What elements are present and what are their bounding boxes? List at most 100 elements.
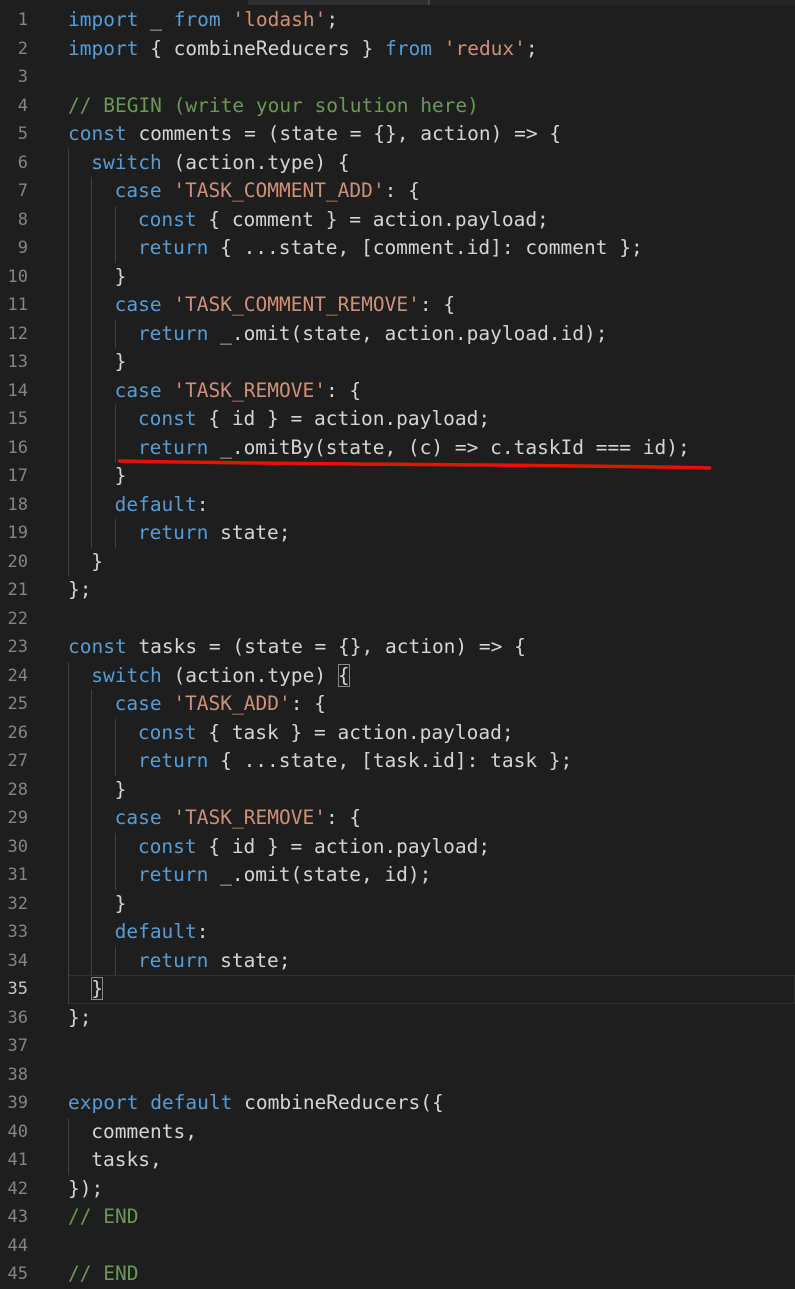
code-area[interactable]: };	[68, 1004, 795, 1033]
code-editor[interactable]: 1 import _ from 'lodash'; 2 import { combin…	[0, 0, 795, 1285]
code-area[interactable]: return state;	[68, 519, 795, 548]
code-line[interactable]: 45 // END	[0, 1260, 795, 1289]
code-line[interactable]: 35}	[0, 975, 795, 1004]
code-area[interactable]: };	[68, 576, 795, 605]
code-line[interactable]: 13}	[0, 348, 795, 377]
code-area[interactable]: });	[68, 1175, 795, 1204]
code-line[interactable]: 36};	[0, 1004, 795, 1033]
code-area[interactable]	[68, 605, 795, 634]
code-line[interactable]: 37	[0, 1032, 795, 1061]
code-area[interactable]: // END	[68, 1203, 795, 1232]
code-token: { ...state, [comment.id]: comment };	[208, 236, 643, 259]
code-area[interactable]: switch (action.type) {	[68, 148, 795, 177]
code-line[interactable]: 43 // END	[0, 1203, 795, 1232]
code-text: }	[115, 462, 127, 491]
code-line[interactable]: 39 export default combineReducers({	[0, 1089, 795, 1118]
code-line[interactable]: 15 const { id } = action.payload;	[0, 405, 795, 434]
code-line[interactable]: 34 return state;	[0, 946, 795, 975]
code-area[interactable]: // BEGIN (write your solution here)	[68, 92, 795, 121]
code-area[interactable]: }	[68, 348, 795, 377]
code-line[interactable]: 18 default:	[0, 490, 795, 519]
code-area[interactable]: return _.omit(state, action.payload.id);	[68, 319, 795, 348]
code-line[interactable]: 1 import _ from 'lodash';	[0, 6, 795, 35]
code-area[interactable]: default:	[68, 490, 795, 519]
code-line[interactable]: 29 case 'TASK_REMOVE': {	[0, 804, 795, 833]
code-area[interactable]: default:	[68, 918, 795, 947]
code-area[interactable]: case 'TASK_REMOVE': {	[68, 804, 795, 833]
code-area[interactable]: }	[68, 547, 795, 576]
code-area[interactable]: comments,	[68, 1117, 795, 1146]
code-area[interactable]: import { combineReducers } from 'redux';	[68, 35, 795, 64]
code-area[interactable]: return _.omit(state, id);	[68, 861, 795, 890]
code-line[interactable]: 40 comments,	[0, 1117, 795, 1146]
code-area[interactable]: case 'TASK_COMMENT_REMOVE': {	[68, 291, 795, 320]
code-line[interactable]: 41 tasks,	[0, 1146, 795, 1175]
code-area[interactable]: const comments = (state = {}, action) =>…	[68, 120, 795, 149]
code-line[interactable]: 20}	[0, 547, 795, 576]
code-line[interactable]: 44	[0, 1232, 795, 1261]
code-area[interactable]: export default combineReducers({	[68, 1089, 795, 1118]
code-line[interactable]: 27 return { ...state, [task.id]: task };	[0, 747, 795, 776]
code-line[interactable]: 24 switch (action.type) {	[0, 661, 795, 690]
code-line[interactable]: 21};	[0, 576, 795, 605]
code-line[interactable]: 22	[0, 605, 795, 634]
code-area[interactable]: return _.omitBy(state, (c) => c.taskId =…	[68, 433, 795, 462]
code-line[interactable]: 17}	[0, 462, 795, 491]
code-line[interactable]: 42});	[0, 1175, 795, 1204]
code-area[interactable]: }	[68, 775, 795, 804]
code-area[interactable]: tasks,	[68, 1146, 795, 1175]
code-area[interactable]: }	[68, 262, 795, 291]
code-area[interactable]: const { comment } = action.payload;	[68, 205, 795, 234]
line-number: 34	[7, 950, 28, 971]
code-line[interactable]: 16 return _.omitBy(state, (c) => c.taskId…	[0, 433, 795, 462]
code-area[interactable]	[68, 1061, 795, 1090]
code-line[interactable]: 38	[0, 1061, 795, 1090]
code-area[interactable]	[68, 1232, 795, 1261]
code-line[interactable]: 33 default:	[0, 918, 795, 947]
code-line[interactable]: 7 case 'TASK_COMMENT_ADD': {	[0, 177, 795, 206]
code-area[interactable]: switch (action.type) {	[68, 661, 795, 690]
code-line[interactable]: 5 const comments = (state = {}, action) =…	[0, 120, 795, 149]
code-area[interactable]: const tasks = (state = {}, action) => {	[68, 633, 795, 662]
code-area[interactable]: const { id } = action.payload;	[68, 832, 795, 861]
code-area[interactable]: return { ...state, [comment.id]: comment…	[68, 234, 795, 263]
code-area[interactable]: }	[68, 889, 795, 918]
code-line[interactable]: 9 return { ...state, [comment.id]: commen…	[0, 234, 795, 263]
code-line[interactable]: 8 const { comment } = action.payload;	[0, 205, 795, 234]
line-number: 8	[17, 209, 28, 230]
code-line[interactable]: 31 return _.omit(state, id);	[0, 861, 795, 890]
code-line[interactable]: 14 case 'TASK_REMOVE': {	[0, 376, 795, 405]
code-line[interactable]: 4 // BEGIN (write your solution here)	[0, 92, 795, 121]
code-area[interactable]: case 'TASK_COMMENT_ADD': {	[68, 177, 795, 206]
code-token: }	[114, 264, 127, 288]
code-area[interactable]: case 'TASK_REMOVE': {	[68, 376, 795, 405]
code-line[interactable]: 26 const { task } = action.payload;	[0, 718, 795, 747]
code-area[interactable]: // END	[68, 1260, 795, 1289]
code-area[interactable]: case 'TASK_ADD': {	[68, 690, 795, 719]
code-area[interactable]: return { ...state, [task.id]: task };	[68, 747, 795, 776]
code-area[interactable]: }	[68, 975, 795, 1004]
code-line[interactable]: 12 return _.omit(state, action.payload.id…	[0, 319, 795, 348]
code-area[interactable]	[68, 1032, 795, 1061]
code-area[interactable]: const { id } = action.payload;	[68, 405, 795, 434]
code-area[interactable]: const { task } = action.payload;	[68, 718, 795, 747]
code-area[interactable]	[68, 63, 795, 92]
code-token: return	[137, 435, 209, 459]
code-text: case 'TASK_COMMENT_REMOVE': {	[115, 291, 456, 320]
code-line[interactable]: 11 case 'TASK_COMMENT_REMOVE': {	[0, 291, 795, 320]
code-line[interactable]: 19 return state;	[0, 519, 795, 548]
code-line[interactable]: 3	[0, 63, 795, 92]
code-line[interactable]: 28}	[0, 775, 795, 804]
code-line[interactable]: 30 const { id } = action.payload;	[0, 832, 795, 861]
code-area[interactable]: return state;	[68, 946, 795, 975]
code-area[interactable]: import _ from 'lodash';	[68, 6, 795, 35]
code-line[interactable]: 2 import { combineReducers } from 'redux'…	[0, 35, 795, 64]
code-area[interactable]: }	[68, 462, 795, 491]
code-line[interactable]: 10}	[0, 262, 795, 291]
code-line[interactable]: 25 case 'TASK_ADD': {	[0, 690, 795, 719]
code-line[interactable]: 32}	[0, 889, 795, 918]
code-line[interactable]: 23 const tasks = (state = {}, action) => …	[0, 633, 795, 662]
indent-guide	[68, 975, 69, 1004]
code-line[interactable]: 6 switch (action.type) {	[0, 148, 795, 177]
